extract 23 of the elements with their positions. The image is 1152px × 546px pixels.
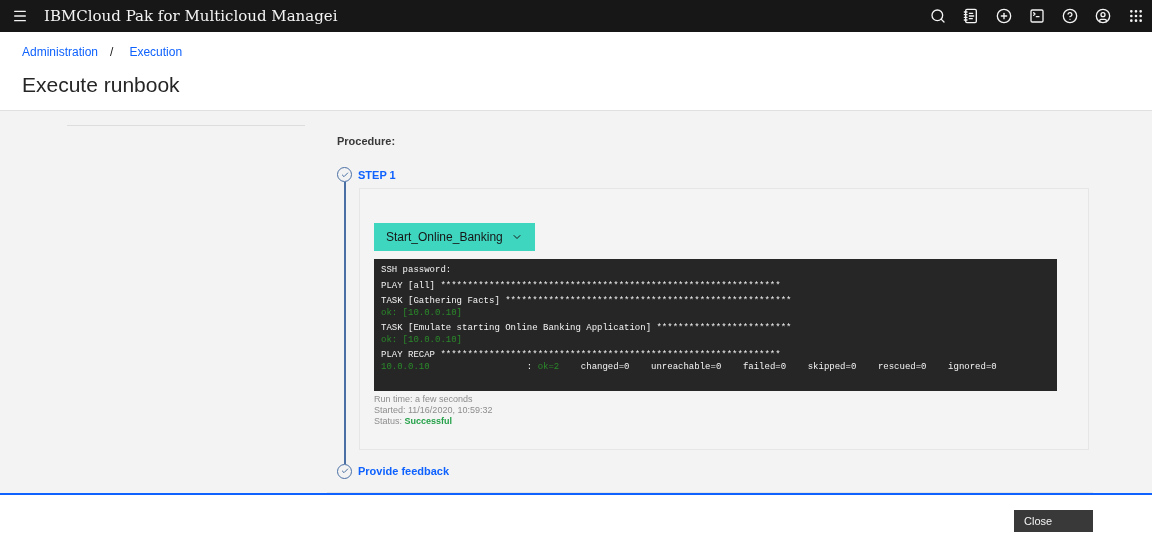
- step-link[interactable]: Provide feedback: [358, 465, 450, 477]
- status-label: Status:: [374, 415, 402, 426]
- page-title: Execute runbook: [22, 73, 181, 97]
- close-button[interactable]: Close: [1014, 509, 1093, 532]
- menu-icon[interactable]: [12, 8, 28, 24]
- search-icon[interactable]: [930, 8, 946, 24]
- run-time-text: Run time: a few seconds: [374, 393, 474, 405]
- terminal-icon[interactable]: [1029, 8, 1045, 24]
- app-title: IBMCloud Pak for Multicloud Managei: [44, 7, 338, 25]
- started-text: Started: 11/16/2020, 10:59:32: [374, 404, 494, 416]
- app-grid-icon[interactable]: [1128, 8, 1144, 24]
- breadcrumb-link[interactable]: Execution: [129, 45, 183, 59]
- status-value: Successful: [404, 415, 453, 426]
- add-icon[interactable]: [996, 8, 1012, 24]
- breadcrumb-link[interactable]: Administration: [22, 45, 99, 59]
- notebook-icon[interactable]: [963, 8, 979, 24]
- help-icon[interactable]: [1062, 8, 1078, 24]
- step-link[interactable]: STEP 1: [358, 168, 396, 181]
- procedure-heading: Procedure:: [337, 135, 397, 147]
- user-icon[interactable]: [1095, 8, 1111, 24]
- breadcrumb-separator: /: [110, 45, 114, 59]
- playbook-dropdown[interactable]: Start_Online_Banking: [374, 223, 535, 251]
- terminal-output: SSH password: PLAY [all] *************************************************************** TASK [Gathering Facts] ***************************************************** ok: [10.0.0.10] TASK [Emulate starting Online Banking Application] ************************* ok: [10.0.0.10] PLAY RECAP *************************************************************** 10.0.0.10 : ok=2 changed=0 unreachable=0 failed=0 skipped=0 rescued=0 ignored=0: [374, 259, 1057, 391]
